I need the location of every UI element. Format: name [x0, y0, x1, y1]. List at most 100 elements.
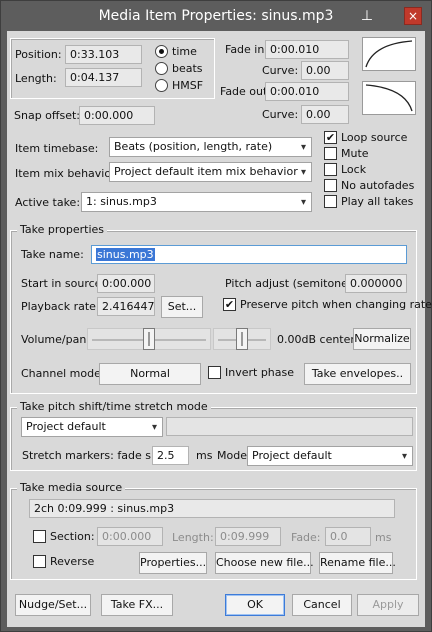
volume-pan-readout: 0.00dB center: [277, 333, 355, 346]
nudge-set-button[interactable]: Nudge/Set...: [15, 594, 91, 616]
normalize-button[interactable]: Normalize: [353, 328, 411, 350]
section-length-field[interactable]: 0:09.999: [215, 527, 281, 546]
length-field[interactable]: 0:04.137: [65, 68, 142, 87]
no-autofades-checkbox[interactable]: [324, 179, 337, 192]
pitch-adjust-field[interactable]: 0.000000: [345, 274, 407, 293]
take-name-input[interactable]: sinus.mp3: [91, 245, 407, 264]
pan-thumb[interactable]: [236, 328, 248, 350]
loop-source-label: Loop source: [341, 131, 408, 144]
section-fade-field[interactable]: 0.0: [325, 527, 371, 546]
take-envelopes-button[interactable]: Take envelopes..: [304, 363, 411, 385]
pitch-shift-mode-value: Project default: [26, 420, 106, 433]
section-length-label: Length:: [172, 531, 214, 544]
fade-in-curve-label: Curve:: [262, 64, 299, 77]
dialog-body: Position: 0:33.103 Length: 0:04.137 time…: [7, 31, 432, 627]
radio-hmsf[interactable]: [155, 79, 168, 92]
choose-new-file-button[interactable]: Choose new file...: [215, 552, 314, 574]
radio-beats[interactable]: [155, 62, 168, 75]
take-properties-title: Take properties: [17, 223, 108, 236]
playback-rate-label: Playback rate:: [21, 300, 100, 313]
item-timebase-value: Beats (position, length, rate): [114, 140, 273, 153]
fade-in-curve-icon[interactable]: [362, 37, 416, 71]
channel-mode-label: Channel mode:: [21, 367, 105, 380]
section-start-field[interactable]: 0:00.000: [97, 527, 163, 546]
item-timebase-select[interactable]: Beats (position, length, rate) ▾: [109, 137, 312, 157]
rename-file-button[interactable]: Rename file...: [319, 552, 396, 574]
radio-time[interactable]: [155, 45, 168, 58]
media-source-title: Take media source: [17, 481, 126, 494]
section-fade-unit: ms: [375, 531, 392, 544]
fade-in-field[interactable]: 0:00.010: [265, 40, 349, 59]
volume-slider[interactable]: [87, 328, 211, 350]
item-mix-label: Item mix behavior:: [15, 167, 120, 180]
pitch-shift-title: Take pitch shift/time stretch mode: [17, 400, 211, 413]
fade-out-curve-field[interactable]: 0.00: [301, 105, 349, 124]
snap-offset-label: Snap offset:: [14, 109, 80, 122]
volume-pan-label: Volume/pan:: [21, 333, 91, 346]
stretch-marker-mode-value: Project default: [252, 449, 332, 462]
stretch-marker-mode-select[interactable]: Project default ▾: [247, 446, 413, 466]
active-take-value: 1: sinus.mp3: [86, 195, 157, 208]
stretch-fade-size-field[interactable]: 2.5: [152, 446, 189, 465]
reverse-label: Reverse: [50, 555, 95, 568]
set-rate-button[interactable]: Set...: [161, 296, 203, 318]
lock-label: Lock: [341, 163, 367, 176]
pitch-shift-param-field[interactable]: [166, 417, 413, 436]
section-checkbox[interactable]: [33, 530, 46, 543]
preserve-pitch-checkbox[interactable]: ✔: [223, 298, 236, 311]
item-timebase-label: Item timebase:: [15, 142, 99, 155]
start-in-source-label: Start in source:: [21, 277, 106, 290]
section-fade-label: Fade:: [291, 531, 321, 544]
length-label: Length:: [15, 72, 57, 85]
invert-phase-label: Invert phase: [225, 366, 295, 379]
radio-time-label: time: [172, 45, 197, 58]
chevron-down-icon: ▾: [300, 142, 306, 153]
pitch-adjust-label: Pitch adjust (semitones):: [225, 277, 362, 290]
fade-in-curve-field[interactable]: 0.00: [301, 61, 349, 80]
media-source-info: 2ch 0:09.999 : sinus.mp3: [29, 499, 395, 518]
stretch-mode-label: Mode:: [217, 449, 251, 462]
chevron-down-icon: ▾: [300, 197, 306, 208]
ok-button[interactable]: OK: [225, 594, 285, 616]
pitch-shift-mode-select[interactable]: Project default ▾: [21, 417, 163, 437]
stretch-fade-unit: ms: [196, 449, 213, 462]
media-item-properties-window: Media Item Properties: sinus.mp3 ⊥ × Pos…: [0, 0, 432, 632]
invert-phase-checkbox[interactable]: [208, 366, 221, 379]
cancel-button[interactable]: Cancel: [292, 594, 352, 616]
active-take-label: Active take:: [15, 196, 81, 209]
title-bar[interactable]: Media Item Properties: sinus.mp3 ⊥ ×: [1, 1, 431, 31]
take-fx-button[interactable]: Take FX...: [101, 594, 173, 616]
item-mix-select[interactable]: Project default item mix behavior ▾: [109, 162, 312, 182]
snap-offset-field[interactable]: 0:00.000: [79, 106, 155, 125]
section-label: Section:: [50, 530, 95, 543]
close-icon[interactable]: ×: [404, 7, 422, 25]
pin-icon[interactable]: ⊥: [357, 6, 377, 26]
play-all-takes-checkbox[interactable]: [324, 195, 337, 208]
stretch-markers-fade-label: Stretch markers: fade size:: [22, 449, 171, 462]
playback-rate-field[interactable]: 2.416447: [97, 297, 155, 316]
pan-slider[interactable]: [213, 328, 271, 350]
source-properties-button[interactable]: Properties...: [139, 552, 207, 574]
reverse-checkbox[interactable]: [33, 555, 46, 568]
apply-button[interactable]: Apply: [357, 594, 419, 616]
chevron-down-icon: ▾: [401, 451, 407, 462]
loop-source-checkbox[interactable]: ✔: [324, 131, 337, 144]
channel-mode-button[interactable]: Normal: [99, 363, 201, 385]
position-field[interactable]: 0:33.103: [65, 45, 142, 64]
mute-label: Mute: [341, 147, 369, 160]
start-in-source-field[interactable]: 0:00.000: [97, 274, 155, 293]
fade-out-field[interactable]: 0:00.010: [265, 82, 349, 101]
preserve-pitch-label: Preserve pitch when changing rate: [240, 298, 432, 311]
play-all-takes-label: Play all takes: [341, 195, 414, 208]
fade-out-curve-label: Curve:: [262, 108, 299, 121]
volume-thumb[interactable]: [143, 328, 155, 350]
lock-checkbox[interactable]: [324, 163, 337, 176]
radio-beats-label: beats: [172, 62, 203, 75]
active-take-select[interactable]: 1: sinus.mp3 ▾: [81, 192, 312, 212]
chevron-down-icon: ▾: [300, 167, 306, 178]
mute-checkbox[interactable]: [324, 147, 337, 160]
item-mix-value: Project default item mix behavior: [114, 165, 298, 178]
fade-out-curve-icon[interactable]: [362, 81, 416, 115]
fade-in-label: Fade in:: [225, 43, 269, 56]
chevron-down-icon: ▾: [151, 422, 157, 433]
